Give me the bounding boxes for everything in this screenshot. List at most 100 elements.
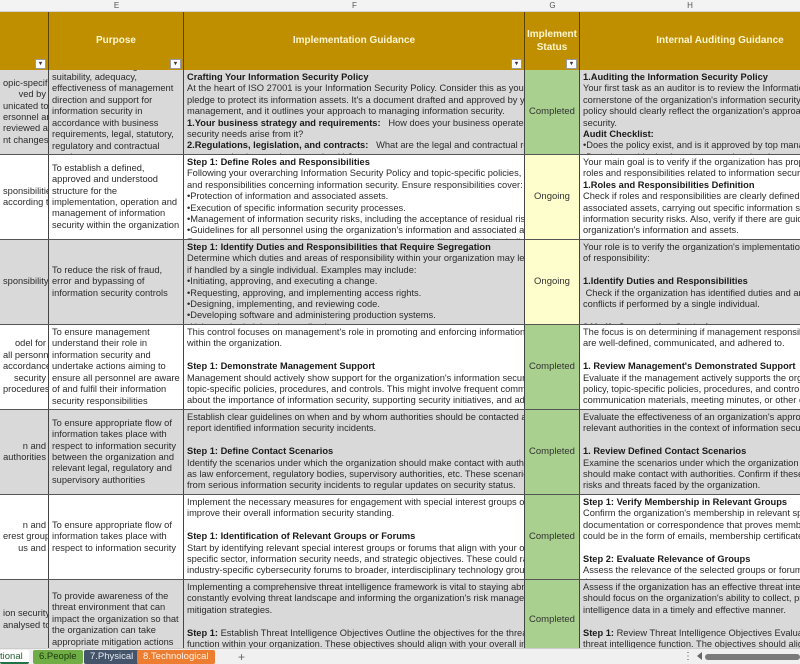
implementation-heading: 1.Your business strategy and requirement…: [187, 117, 381, 128]
filter-dropdown-icon[interactable]: ▾: [35, 59, 46, 69]
control-cell[interactable]: ion security analysed to: [0, 580, 49, 648]
status-text: Completed: [529, 361, 575, 373]
audit-cell[interactable]: Step 1: Verify Membership in Relevant Gr…: [580, 495, 800, 579]
implementation-line: Management should actively show support …: [187, 373, 524, 384]
column-letter-e[interactable]: E: [49, 0, 184, 12]
status-badge[interactable]: Completed: [525, 495, 580, 579]
sheet-tab-technological[interactable]: 8.Technological: [137, 650, 215, 664]
audit-line: the organization's information security …: [583, 577, 800, 579]
audit-line: 1.Roles and Responsibilities Definition: [583, 180, 797, 191]
audit-text: could be in the form of emails, membersh…: [583, 531, 800, 542]
audit-text: roles and responsibilities related to in…: [583, 168, 800, 179]
audit-line: of responsibility:: [583, 253, 797, 264]
purpose-text: To ensure continuing suitability, adequa…: [52, 70, 174, 154]
audit-text: Confirm the organization's membership in…: [583, 508, 800, 519]
sheet-tab-people[interactable]: 6.People: [33, 650, 83, 664]
control-cell[interactable]: sponsibilitiesaccording to: [0, 155, 49, 239]
sheet-tab-physical[interactable]: 7.Physical: [84, 650, 140, 664]
table-row: sponsibility To reduce the risk of fraud,…: [0, 240, 800, 325]
audit-cell[interactable]: Assess if the organization has an effect…: [580, 580, 800, 648]
audit-text: Evaluate the effectiveness of an organiz…: [583, 412, 800, 422]
implementation-text: industry-specific cybersecurity forums t…: [187, 565, 525, 576]
control-cell[interactable]: n and authorities: [0, 410, 49, 494]
sheet-tab-organizational[interactable]: tional: [0, 650, 29, 664]
audit-line: 2.Verify Segregation Controls: [583, 322, 797, 324]
audit-line: should make contact with authorities. Co…: [583, 469, 800, 480]
column-letter-h[interactable]: H: [580, 0, 800, 12]
purpose-cell[interactable]: To provide awareness of the threat envir…: [49, 580, 184, 648]
header-cell-purpose[interactable]: Purpose ▾: [49, 12, 184, 70]
filter-dropdown-icon[interactable]: ▾: [170, 59, 181, 69]
audit-heading: Audit Checklist:: [583, 129, 654, 140]
status-badge[interactable]: Ongoing: [525, 240, 580, 324]
implementation-line: •Requesting, approving, and implementing…: [187, 288, 521, 299]
purpose-cell[interactable]: To reduce the risk of fraud, error and b…: [49, 240, 184, 324]
table-row: sponsibilitiesaccording toTo establish a…: [0, 155, 800, 240]
audit-cell[interactable]: Your main goal is to verify if the organ…: [580, 155, 800, 239]
filter-dropdown-icon[interactable]: ▾: [511, 59, 522, 69]
status-badge[interactable]: Completed: [525, 70, 580, 154]
control-cell[interactable]: opic-specificved byunicated toersonnel a…: [0, 70, 49, 154]
audit-text: The focus is on determining if managemen…: [583, 327, 800, 337]
purpose-cell[interactable]: To ensure appropriate flow of informatio…: [49, 410, 184, 494]
control-line: according to: [3, 197, 49, 207]
implementation-cell[interactable]: Establish clear guidelines on when and b…: [184, 410, 525, 494]
implementation-text: At the heart of ISO 27001 is your Inform…: [187, 83, 524, 94]
status-badge[interactable]: Completed: [525, 580, 580, 648]
header-cell-control[interactable]: ▾: [0, 12, 49, 70]
more-options-icon[interactable]: ⋮: [683, 649, 693, 664]
implementation-line: security needs arise from it?: [187, 129, 521, 140]
implementation-line: function within your organization. These…: [187, 639, 524, 648]
column-letter-f[interactable]: F: [184, 0, 525, 12]
audit-line: documentation or correspondence that pro…: [583, 520, 800, 531]
control-cell[interactable]: sponsibility: [0, 240, 49, 324]
filter-dropdown-icon[interactable]: ▾: [566, 59, 577, 69]
implementation-heading: Step 1: Define Contact Scenarios: [187, 446, 334, 457]
status-badge[interactable]: Completed: [525, 410, 580, 494]
audit-cell[interactable]: Evaluate the effectiveness of an organiz…: [580, 410, 800, 494]
audit-text: information security risks. Also, verify…: [583, 214, 800, 225]
purpose-cell[interactable]: To ensure appropriate flow of informatio…: [49, 495, 184, 579]
table-row: odel forall personnelaccordancesecurityp…: [0, 325, 800, 410]
implementation-cell[interactable]: Crafting Your Information Security Polic…: [184, 70, 525, 154]
audit-heading: Step 1:: [583, 627, 614, 638]
audit-line: The focus is on determining if managemen…: [583, 327, 800, 338]
control-cell[interactable]: n anderest groupsus and: [0, 495, 49, 579]
implementation-cell[interactable]: Step 1: Define Roles and Responsibilitie…: [184, 155, 525, 239]
control-line: sponsibility: [3, 276, 49, 287]
purpose-cell[interactable]: To establish a defined, approved and und…: [49, 155, 184, 239]
implementation-cell[interactable]: Implementing a comprehensive threat inte…: [184, 580, 525, 648]
audit-line: policy should clearly reflect the organi…: [583, 106, 800, 117]
scroll-left-arrow-icon[interactable]: [697, 652, 702, 660]
audit-line: 1. Review Management's Demonstrated Supp…: [583, 361, 797, 372]
implementation-cell[interactable]: Implement the necessary measures for eng…: [184, 495, 525, 579]
column-letter-g[interactable]: G: [525, 0, 580, 12]
status-badge[interactable]: Ongoing: [525, 155, 580, 239]
audit-line: Assess the relevance of the selected gro…: [583, 565, 800, 576]
add-sheet-button[interactable]: +: [238, 649, 245, 664]
control-line: authorities: [3, 452, 46, 462]
control-cell[interactable]: odel forall personnelaccordancesecurityp…: [0, 325, 49, 409]
horizontal-scrollbar-thumb[interactable]: [705, 654, 800, 660]
status-badge[interactable]: Completed: [525, 325, 580, 409]
implementation-cell[interactable]: This control focuses on management's rol…: [184, 325, 525, 409]
audit-heading: Step 1: Verify Membership in Relevant Gr…: [583, 497, 788, 507]
purpose-cell[interactable]: To ensure continuing suitability, adequa…: [49, 70, 184, 154]
audit-cell[interactable]: Your role is to verify the organization'…: [580, 240, 800, 324]
implementation-text: What are the legal and contractual requi…: [376, 140, 524, 151]
header-cell-auditing[interactable]: Internal Auditing Guidance: [580, 12, 800, 70]
audit-text: Check if the organization has identified…: [585, 287, 800, 298]
audit-line: 1. Review Defined Contact Scenarios: [583, 446, 797, 457]
purpose-cell[interactable]: To ensure management understand their ro…: [49, 325, 184, 409]
header-cell-status[interactable]: Implement Status ▾: [525, 12, 580, 70]
audit-cell[interactable]: The focus is on determining if managemen…: [580, 325, 800, 409]
table-row: n and authorities To ensure appropriate fl…: [0, 410, 800, 495]
implementation-line: •Designing, implementing, and reviewing …: [187, 299, 521, 310]
audit-cell[interactable]: 1.Auditing the Information Security Poli…: [580, 70, 800, 154]
header-cell-implementation[interactable]: Implementation Guidance ▾: [184, 12, 525, 70]
implementation-line: improve their overall information securi…: [187, 508, 521, 519]
implementation-heading: Step 1: Demonstrate Management Support: [187, 361, 376, 372]
implementation-cell[interactable]: Step 1: Identify Duties and Responsibili…: [184, 240, 525, 324]
audit-line: Examine the scenarios under which the or…: [583, 458, 799, 469]
implementation-line: within the organization.: [187, 338, 521, 349]
